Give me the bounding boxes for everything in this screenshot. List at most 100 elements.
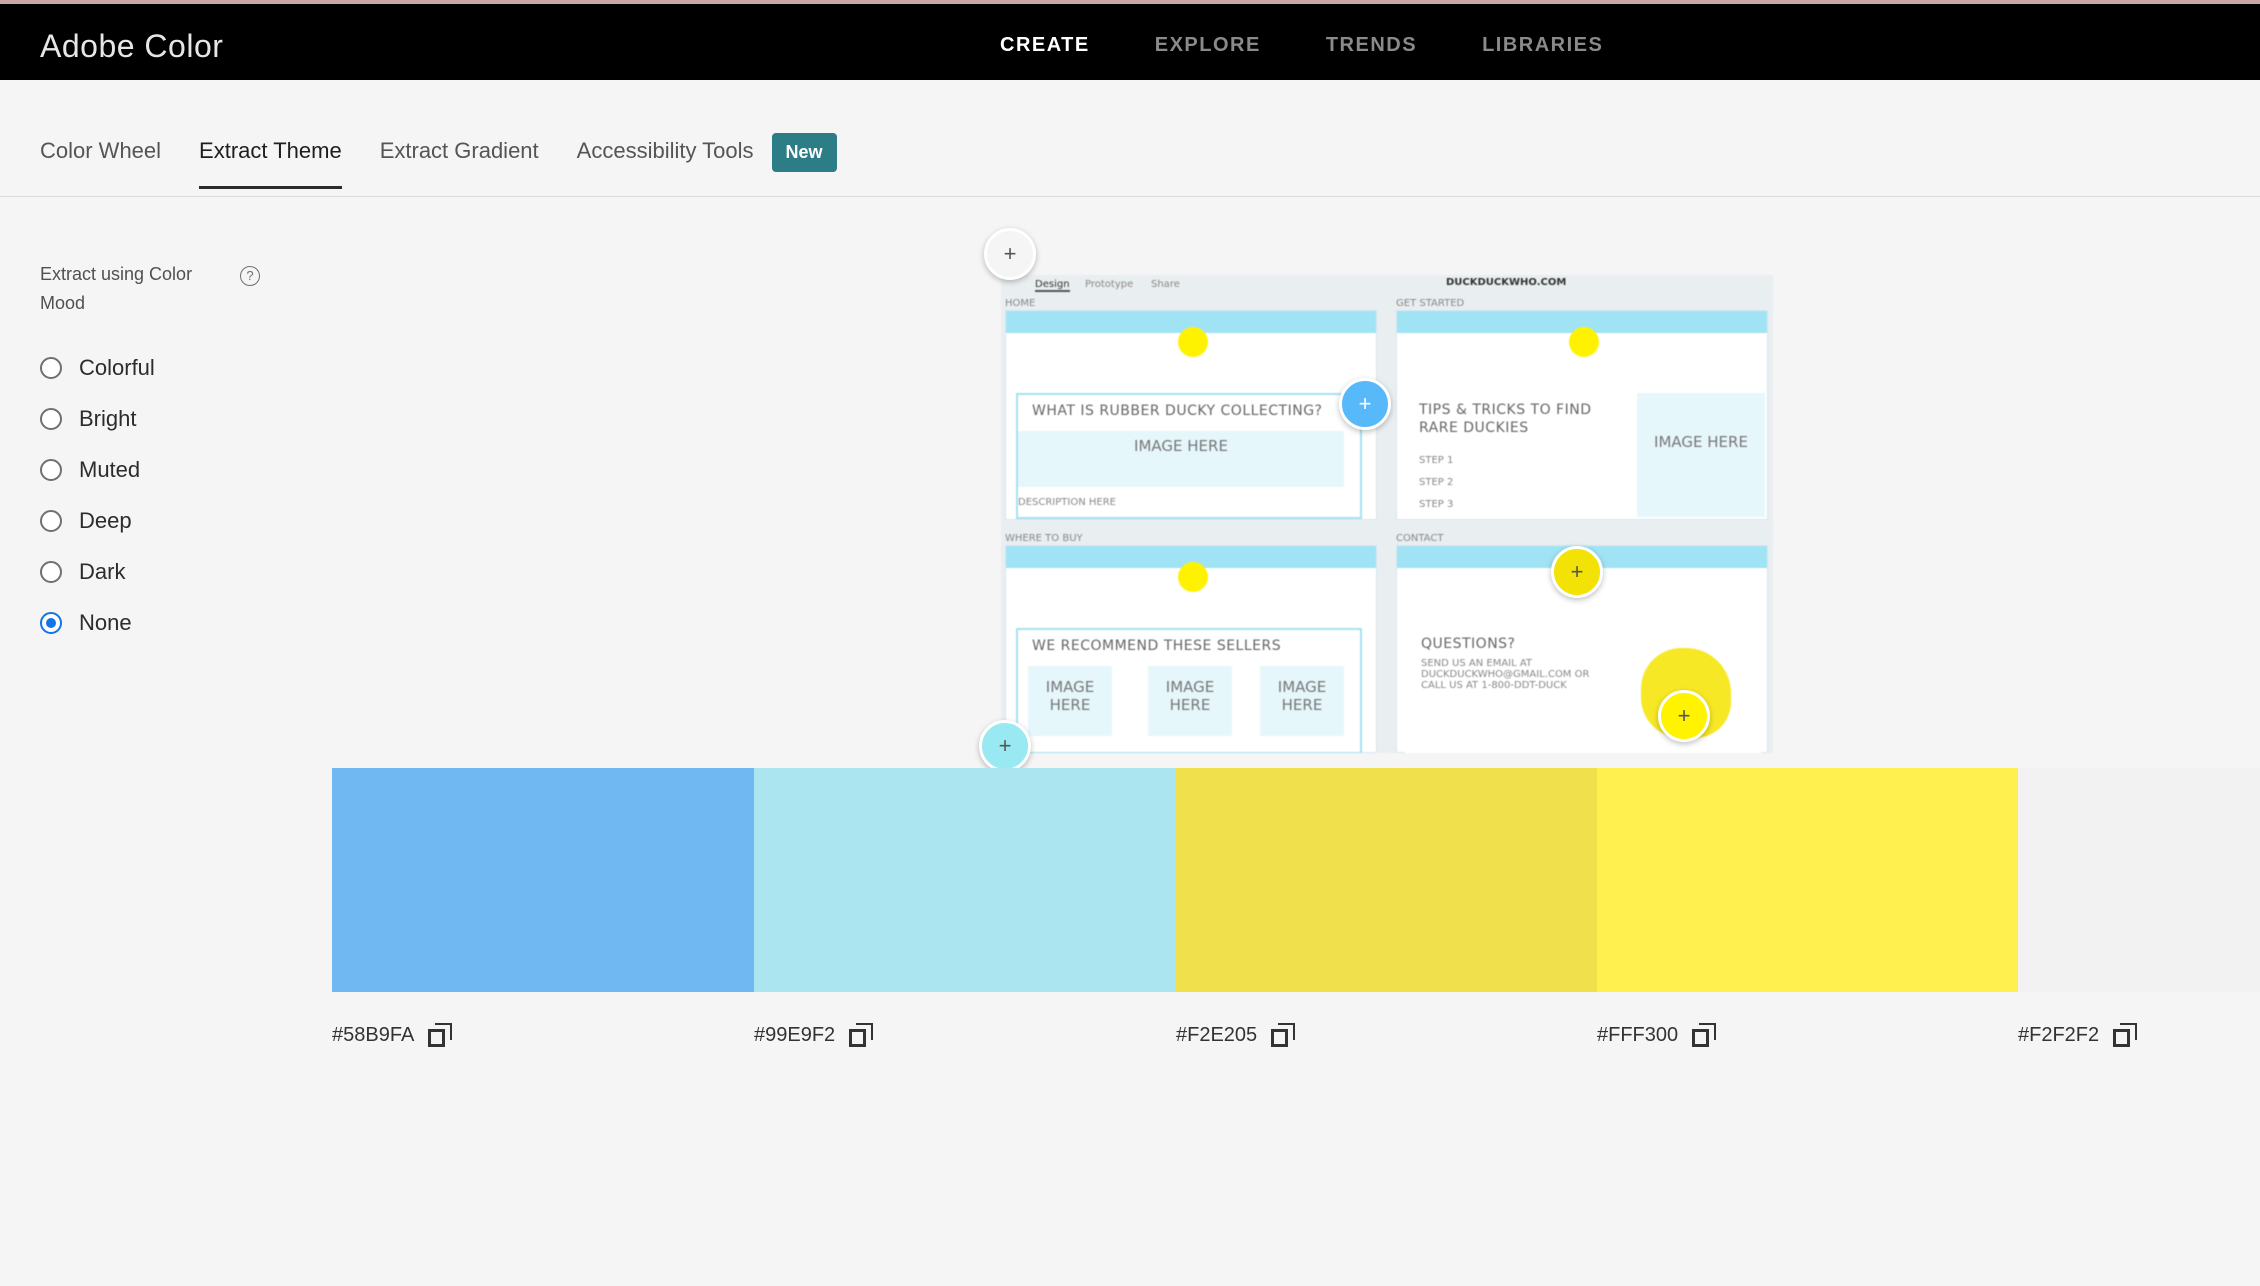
hex-item-4: #FFF300 bbox=[1597, 1023, 1717, 1047]
app-title[interactable]: Adobe Color bbox=[40, 28, 223, 65]
radio-button[interactable] bbox=[40, 356, 62, 379]
plus-icon: + bbox=[1358, 391, 1372, 416]
plus-icon: + bbox=[1677, 703, 1691, 728]
hex-item-1: #58B9FA bbox=[332, 1023, 453, 1047]
duck-logo bbox=[1178, 562, 1208, 592]
preview-step: STEP 3 bbox=[1419, 499, 1454, 510]
preview-tab-share: Share bbox=[1151, 279, 1180, 290]
top-nav-bar: Adobe Color CREATE EXPLORE TRENDS LIBRAR… bbox=[0, 0, 2260, 80]
mood-option-label: Muted bbox=[79, 456, 141, 482]
hex-item-2: #99E9F2 bbox=[754, 1023, 874, 1047]
nav-explore[interactable]: EXPLORE bbox=[1155, 34, 1261, 57]
preview-image-placeholder: IMAGE HERE bbox=[1028, 666, 1112, 736]
preview-card-desc: DESCRIPTION HERE bbox=[1018, 497, 1116, 508]
copy-icon[interactable] bbox=[1271, 1023, 1296, 1047]
nav-create[interactable]: CREATE bbox=[1000, 34, 1090, 57]
color-mood-options: Colorful Bright Muted Deep Dark None bbox=[40, 342, 280, 648]
preview-section-label: GET STARTED bbox=[1396, 298, 1465, 309]
preview-step: STEP 2 bbox=[1419, 477, 1454, 488]
tab-accessibility-tools[interactable]: Accessibility Tools bbox=[577, 138, 754, 189]
color-swatch-4[interactable] bbox=[1597, 768, 2018, 992]
preview-tab-prototype: Prototype bbox=[1085, 279, 1134, 290]
preview-card: TIPS & TRICKS TO FIND RARE DUCKIES STEP … bbox=[1399, 393, 1629, 519]
hex-code[interactable]: #F2E205 bbox=[1176, 1024, 1257, 1047]
mood-option-label: None bbox=[79, 609, 132, 635]
radio-button-selected[interactable] bbox=[40, 611, 62, 634]
color-swatch-1[interactable] bbox=[332, 768, 754, 992]
tab-extract-theme[interactable]: Extract Theme bbox=[199, 138, 342, 189]
color-mood-title: Extract using Color Mood bbox=[40, 264, 193, 313]
color-swatch-5[interactable] bbox=[2018, 768, 2260, 992]
preview-tab-design: Design bbox=[1035, 279, 1070, 292]
preview-image-placeholder: IMAGE HERE bbox=[1018, 431, 1344, 487]
preview-image-placeholder: IMAGE HERE bbox=[1148, 666, 1232, 736]
color-picker-handle-4[interactable]: + bbox=[1658, 690, 1710, 742]
preview-card: WHAT IS RUBBER DUCKY COLLECTING? IMAGE H… bbox=[1016, 393, 1362, 519]
preview-image-placeholder: IMAGE HERE bbox=[1637, 393, 1765, 517]
color-swatches bbox=[332, 768, 2260, 992]
uploaded-image-preview[interactable]: Design Prototype Share DUCKDUCKWHO.COM H… bbox=[1001, 275, 1773, 753]
preview-panel-home: WHAT IS RUBBER DUCKY COLLECTING? IMAGE H… bbox=[1005, 310, 1377, 520]
mood-option-colorful[interactable]: Colorful bbox=[40, 342, 280, 393]
sub-tabs: Color Wheel Extract Theme Extract Gradie… bbox=[40, 133, 837, 189]
preview-section-label: HOME bbox=[1005, 298, 1036, 309]
hex-code[interactable]: #F2F2F2 bbox=[2018, 1024, 2099, 1047]
preview-panel-get-started: TIPS & TRICKS TO FIND RARE DUCKIES STEP … bbox=[1396, 310, 1768, 520]
hex-code[interactable]: #99E9F2 bbox=[754, 1024, 835, 1047]
mood-option-label: Deep bbox=[79, 507, 132, 533]
color-swatch-3[interactable] bbox=[1176, 768, 1597, 992]
tab-color-wheel[interactable]: Color Wheel bbox=[40, 138, 161, 189]
preview-card-title: WHAT IS RUBBER DUCKY COLLECTING? bbox=[1032, 403, 1323, 419]
preview-card-desc: SEND US AN EMAIL AT DUCKDUCKWHO@GMAIL.CO… bbox=[1421, 658, 1590, 691]
preview-card-title: QUESTIONS? bbox=[1421, 636, 1516, 652]
copy-icon[interactable] bbox=[2113, 1023, 2138, 1047]
hex-code[interactable]: #FFF300 bbox=[1597, 1024, 1678, 1047]
preview-panel-where-to-buy: WE RECOMMEND THESE SELLERS IMAGE HERE IM… bbox=[1005, 545, 1377, 753]
plus-icon: + bbox=[1003, 241, 1017, 266]
radio-button[interactable] bbox=[40, 560, 62, 583]
hex-item-5: #F2F2F2 bbox=[2018, 1023, 2138, 1047]
radio-button[interactable] bbox=[40, 509, 62, 532]
color-picker-handle-2[interactable]: + bbox=[979, 720, 1031, 772]
mood-option-muted[interactable]: Muted bbox=[40, 444, 280, 495]
preview-card: WE RECOMMEND THESE SELLERS IMAGE HERE IM… bbox=[1016, 628, 1362, 753]
mood-option-bright[interactable]: Bright bbox=[40, 393, 280, 444]
preview-card-title: TIPS & TRICKS TO FIND RARE DUCKIES bbox=[1419, 402, 1592, 436]
duck-logo bbox=[1569, 327, 1599, 357]
preview-image-placeholder: IMAGE HERE bbox=[1260, 666, 1344, 736]
nav-trends[interactable]: TRENDS bbox=[1326, 34, 1417, 57]
color-picker-handle-5[interactable]: + bbox=[984, 228, 1036, 280]
preview-site-name: DUCKDUCKWHO.COM bbox=[1446, 277, 1567, 288]
copy-icon[interactable] bbox=[428, 1023, 453, 1047]
mood-option-label: Dark bbox=[79, 558, 126, 584]
question-circle-icon[interactable]: ? bbox=[240, 266, 260, 286]
mood-option-none[interactable]: None bbox=[40, 597, 280, 648]
radio-button[interactable] bbox=[40, 407, 62, 430]
tab-divider bbox=[0, 196, 2260, 197]
nav-libraries[interactable]: LIBRARIES bbox=[1482, 34, 1603, 57]
hex-codes-row: #58B9FA #99E9F2 #F2E205 #FFF300 #F2F2F2 bbox=[0, 1023, 2260, 1063]
main-nav: CREATE EXPLORE TRENDS LIBRARIES bbox=[1000, 34, 1668, 57]
mood-option-deep[interactable]: Deep bbox=[40, 495, 280, 546]
preview-section-label: CONTACT bbox=[1396, 533, 1444, 544]
color-picker-handle-3[interactable]: + bbox=[1551, 546, 1603, 598]
copy-icon[interactable] bbox=[849, 1023, 874, 1047]
hex-item-3: #F2E205 bbox=[1176, 1023, 1296, 1047]
duck-logo bbox=[1178, 327, 1208, 357]
copy-icon[interactable] bbox=[1692, 1023, 1717, 1047]
plus-icon: + bbox=[1570, 559, 1584, 584]
preview-step: STEP 1 bbox=[1419, 455, 1454, 466]
new-badge: New bbox=[771, 133, 837, 172]
radio-button[interactable] bbox=[40, 458, 62, 481]
plus-icon: + bbox=[998, 733, 1012, 758]
tab-extract-gradient[interactable]: Extract Gradient bbox=[380, 138, 539, 189]
hex-code[interactable]: #58B9FA bbox=[332, 1024, 414, 1047]
preview-card-title: WE RECOMMEND THESE SELLERS bbox=[1032, 638, 1282, 654]
color-picker-handle-1[interactable]: + bbox=[1339, 378, 1391, 430]
mood-option-label: Bright bbox=[79, 405, 137, 431]
mood-option-dark[interactable]: Dark bbox=[40, 546, 280, 597]
preview-card: QUESTIONS? SEND US AN EMAIL AT DUCKDUCKW… bbox=[1405, 628, 1761, 753]
preview-section-label: WHERE TO BUY bbox=[1005, 533, 1083, 544]
color-mood-panel: Extract using Color Mood ? Colorful Brig… bbox=[40, 260, 280, 648]
color-swatch-2[interactable] bbox=[754, 768, 1176, 992]
